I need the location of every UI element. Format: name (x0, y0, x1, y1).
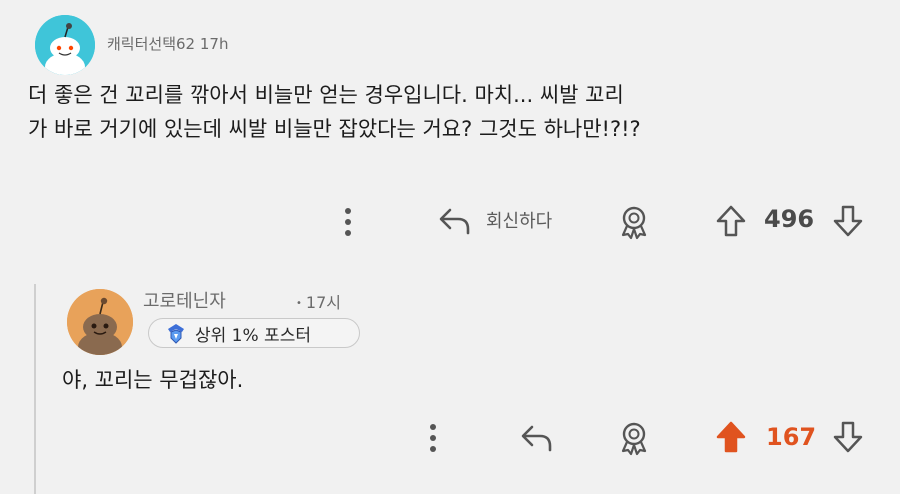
vote-score: 167 (766, 423, 817, 451)
upvote-button[interactable] (712, 418, 750, 456)
downvote-button[interactable] (829, 418, 867, 456)
upvote-button[interactable] (712, 202, 750, 240)
award-button[interactable] (615, 203, 653, 241)
flair-text: 상위 1% 포스터 (195, 325, 311, 346)
comment-author[interactable]: 캐릭터선택62 17h (107, 33, 228, 54)
separator-dot: • (296, 298, 302, 309)
award-button[interactable] (615, 419, 653, 457)
downvote-button[interactable] (829, 202, 867, 240)
timestamp: • 17시 (296, 289, 341, 313)
username[interactable]: 고로테닌자 (143, 287, 226, 313)
reply-arrow-icon (439, 208, 470, 235)
comment-thread: 캐릭터선택62 17h 더 좋은 건 꼬리를 깎아서 비늘만 얻는 경우입니다.… (0, 0, 900, 494)
upvote-arrow-icon (716, 205, 746, 237)
reply-label[interactable]: 회신하다 (486, 207, 552, 233)
award-icon (621, 206, 647, 240)
snoo-avatar-icon (35, 15, 95, 75)
thread-line[interactable] (34, 284, 36, 494)
downvote-arrow-icon (833, 205, 863, 237)
more-options-button[interactable] (421, 421, 445, 455)
snoo-avatar-icon (67, 289, 133, 355)
avatar[interactable] (67, 289, 133, 355)
reply-button[interactable] (519, 420, 555, 456)
more-vertical-icon (430, 424, 436, 452)
vote-score: 496 (764, 205, 815, 233)
reply-button[interactable] (437, 203, 473, 239)
more-vertical-icon (345, 208, 351, 236)
timestamp-text: 17시 (305, 293, 341, 312)
user-flair-badge: 상위 1% 포스터 (148, 318, 360, 348)
reply-arrow-icon (521, 425, 552, 452)
award-icon (621, 422, 647, 456)
top-poster-icon (168, 324, 184, 344)
more-options-button[interactable] (336, 205, 360, 239)
downvote-arrow-icon (833, 421, 863, 453)
comment-body: 야, 꼬리는 무겁잖아. (62, 368, 244, 392)
comment-body: 더 좋은 건 꼬리를 깎아서 비늘만 얻는 경우입니다. 마치... 씨발 꼬리… (28, 83, 641, 141)
timestamp: 17h (199, 35, 229, 53)
avatar[interactable] (35, 15, 95, 75)
upvote-arrow-icon (716, 421, 746, 453)
username[interactable]: 캐릭터선택62 (107, 35, 195, 53)
